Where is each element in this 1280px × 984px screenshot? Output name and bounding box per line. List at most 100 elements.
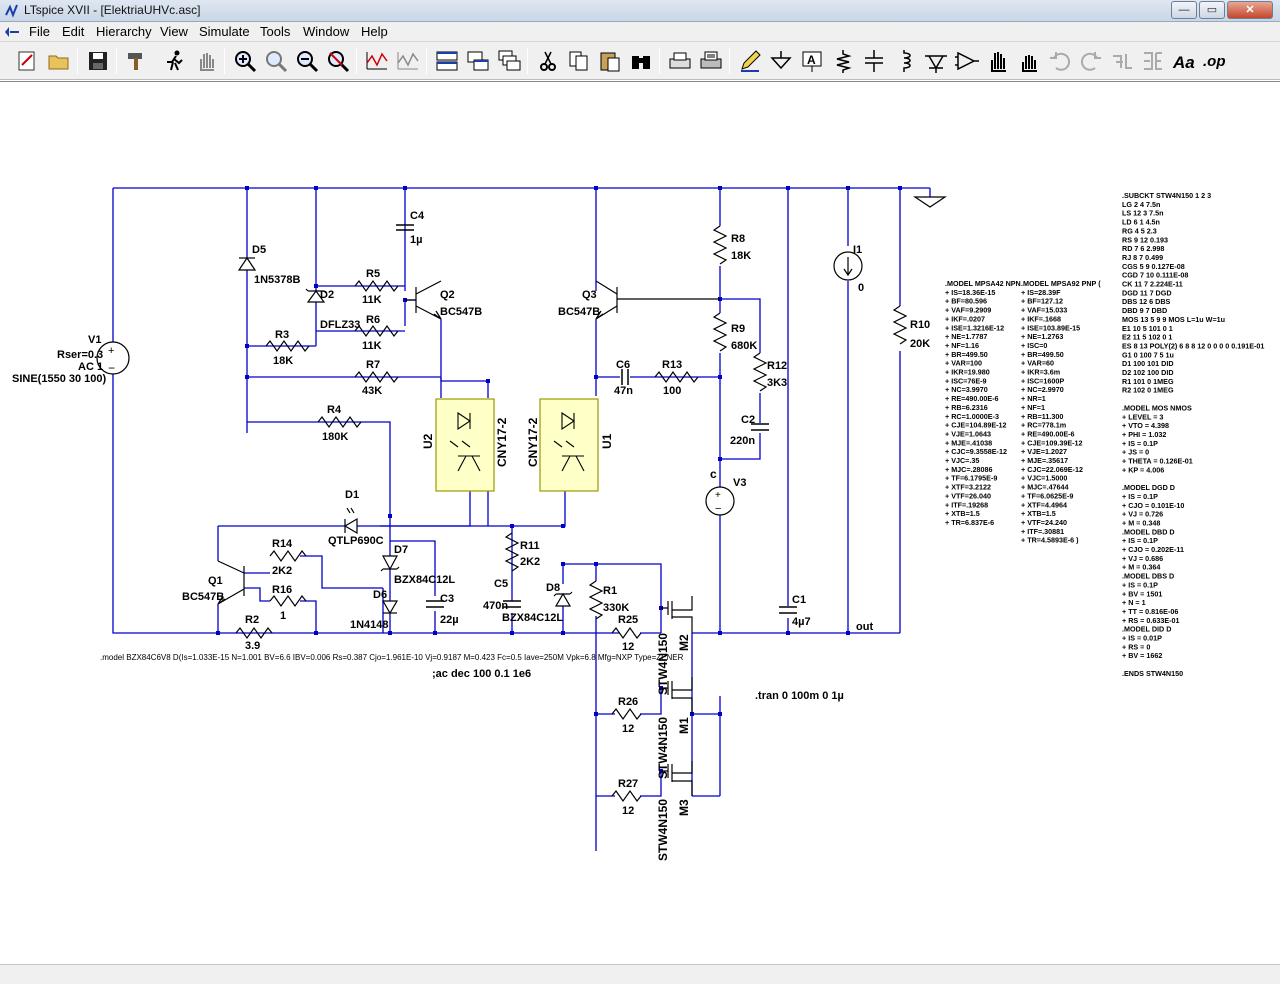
subckt-block-line: ES 8 13 POLY(2) 6 8 8 12 0 0 0 0 0.191E-… <box>1122 341 1264 350</box>
pencil-icon[interactable] <box>737 48 763 74</box>
npn-block-line: + ITF=.19268 <box>945 500 988 509</box>
subckt-block-line: CGS 5 9 0.127E-08 <box>1122 262 1185 271</box>
floppy-icon[interactable] <box>85 48 111 74</box>
menu-hierarchy[interactable]: Hierarchy <box>96 24 152 39</box>
tile-horizontal-icon[interactable] <box>434 48 460 74</box>
subckt-block-line: MOS 13 5 9 9 MOS L=1u W=1u <box>1122 315 1225 324</box>
label-c1: C1 <box>792 594 806 606</box>
value-m3: STW4N150 <box>656 799 670 861</box>
pnp-block-line: + CJE=109.39E-12 <box>1021 438 1083 447</box>
ground-symbol[interactable] <box>913 196 947 208</box>
component-icon[interactable] <box>954 48 980 74</box>
menu-view[interactable]: View <box>160 24 188 39</box>
wires[interactable] <box>112 187 931 851</box>
printer-icon[interactable] <box>698 48 724 74</box>
tile-vertical-icon[interactable] <box>465 48 491 74</box>
window-title: LTspice XVII - [ElektriaUHVc.asc] <box>24 3 201 17</box>
menu-simulate[interactable]: Simulate <box>199 24 250 39</box>
rotate-icon[interactable] <box>1109 48 1135 74</box>
subckt-block-line: + VTO = 4.398 <box>1122 421 1169 430</box>
value-c5: 470n <box>483 600 508 612</box>
resistor-r9 <box>712 312 728 352</box>
directive-pnp-model[interactable]: .MODEL MPSA92 PNP (+ IS=28.39F+ BF=127.1… <box>1021 279 1101 545</box>
subckt-block-line: DBS 12 6 DBS <box>1122 297 1171 306</box>
new-schematic-icon[interactable] <box>14 48 40 74</box>
capacitor-icon[interactable] <box>861 48 887 74</box>
redo-icon[interactable] <box>1078 48 1104 74</box>
minimize-button[interactable]: — <box>1171 1 1197 19</box>
paste-icon[interactable] <box>597 48 623 74</box>
magnifier-icon[interactable] <box>263 48 289 74</box>
npn-block-line: + VTF=26.040 <box>945 491 991 500</box>
ground-icon[interactable] <box>768 48 794 74</box>
print-setup-icon[interactable] <box>667 48 693 74</box>
drag-hand-icon[interactable] <box>1016 48 1042 74</box>
voltage-source-v3[interactable]: +− <box>705 486 735 516</box>
label-net-icon[interactable]: A <box>799 48 825 74</box>
menu-edit[interactable]: Edit <box>62 24 84 39</box>
maximize-button[interactable]: ▭ <box>1199 1 1225 19</box>
directive-zener-model[interactable]: .model BZX84C6V8 D(Is=1.033E-15 N=1.001 … <box>100 653 684 662</box>
label-r2: R2 <box>245 614 259 626</box>
menu-file[interactable]: File <box>29 24 50 39</box>
value-c3: 22µ <box>440 614 459 626</box>
toolbar-separator <box>356 48 357 74</box>
menu-window[interactable]: Window <box>303 24 349 39</box>
close-button[interactable]: ✕ <box>1227 1 1273 19</box>
directive-subckt[interactable]: .SUBCKT STW4N150 1 2 3LG 2 4 7.5nLS 12 3… <box>1122 191 1264 678</box>
subckt-block-line: + LEVEL = 3 <box>1122 412 1163 421</box>
optocoupler-u1[interactable] <box>539 398 599 492</box>
resistor-icon[interactable] <box>830 48 856 74</box>
hand-icon[interactable] <box>193 48 219 74</box>
component-labels: V1 Rser=0.3 AC 1 SINE(1550 30 100) D5 1N… <box>12 210 930 861</box>
directive-tran[interactable]: .tran 0 100m 0 1µ <box>755 690 844 702</box>
subckt-block-line: + IS = 0.1P <box>1122 580 1158 589</box>
pnp-block-line: + BF=127.12 <box>1021 297 1063 306</box>
directive-ac[interactable]: ;ac dec 100 0.1 1e6 <box>432 668 531 680</box>
move-hand-icon[interactable] <box>985 48 1011 74</box>
subckt-block-line: + IS = 0.1P <box>1122 536 1158 545</box>
value-d7: BZX84C12L <box>394 574 455 586</box>
scissors-icon[interactable] <box>535 48 561 74</box>
spice-directive-icon[interactable]: .op <box>1202 48 1228 74</box>
value-r11: 2K2 <box>520 556 540 568</box>
menu-tools[interactable]: Tools <box>260 24 290 39</box>
mirror-icon[interactable] <box>1140 48 1166 74</box>
value-r5: 11K <box>362 294 382 306</box>
undo-icon[interactable] <box>1047 48 1073 74</box>
cascade-icon[interactable] <box>496 48 522 74</box>
binoculars-icon[interactable] <box>628 48 654 74</box>
running-man-icon[interactable] <box>162 48 188 74</box>
inductor-icon[interactable] <box>892 48 918 74</box>
hammer-icon[interactable] <box>124 48 150 74</box>
zoom-out-icon[interactable] <box>294 48 320 74</box>
pnp-block-line: + ITF=.30881 <box>1021 527 1064 536</box>
schematic-drawing[interactable]: +− +− V1 Rser=0.3 AC 1 SINE(1550 30 100)… <box>0 82 1280 965</box>
text-aa-icon[interactable]: Aa <box>1171 48 1197 74</box>
subckt-block-line: + M = 0.364 <box>1122 563 1160 572</box>
subckt-block-line: .MODEL DID D <box>1122 625 1171 634</box>
document-icon[interactable] <box>4 24 20 40</box>
pnp-block-line: + NR=1 <box>1021 394 1046 403</box>
diode-icon[interactable] <box>923 48 949 74</box>
label-c4: C4 <box>410 210 425 222</box>
npn-block-line: + RB=6.2316 <box>945 403 988 412</box>
waveform-pick-icon[interactable] <box>395 48 421 74</box>
subckt-block-line: + N = 1 <box>1122 598 1146 607</box>
subckt-block-line: G1 0 100 7 5 1u <box>1122 350 1174 359</box>
zoom-in-icon[interactable] <box>232 48 258 74</box>
schematic-canvas[interactable]: + − + − V1 Rser=0.3 AC 1 SINE(1550 30 10… <box>0 81 1280 964</box>
folder-open-icon[interactable] <box>46 48 72 74</box>
copy-icon[interactable] <box>566 48 592 74</box>
menu-help[interactable]: Help <box>361 24 388 39</box>
value-r3: 18K <box>273 355 293 367</box>
svg-text:−: − <box>715 503 721 515</box>
pnp-block-line: + NE=1.2763 <box>1021 332 1063 341</box>
toolbar-separator <box>224 48 225 74</box>
npn-block-line: + TR=6.837E-6 <box>945 518 994 527</box>
optocoupler-u2[interactable] <box>435 398 495 492</box>
zoom-fit-icon[interactable] <box>325 48 351 74</box>
current-source-i1[interactable] <box>833 251 863 281</box>
waveform-icon[interactable] <box>364 48 390 74</box>
directive-npn-model[interactable]: .MODEL MPSA42 NPN+ IS=18.36E-15+ BF=80.5… <box>945 279 1021 527</box>
